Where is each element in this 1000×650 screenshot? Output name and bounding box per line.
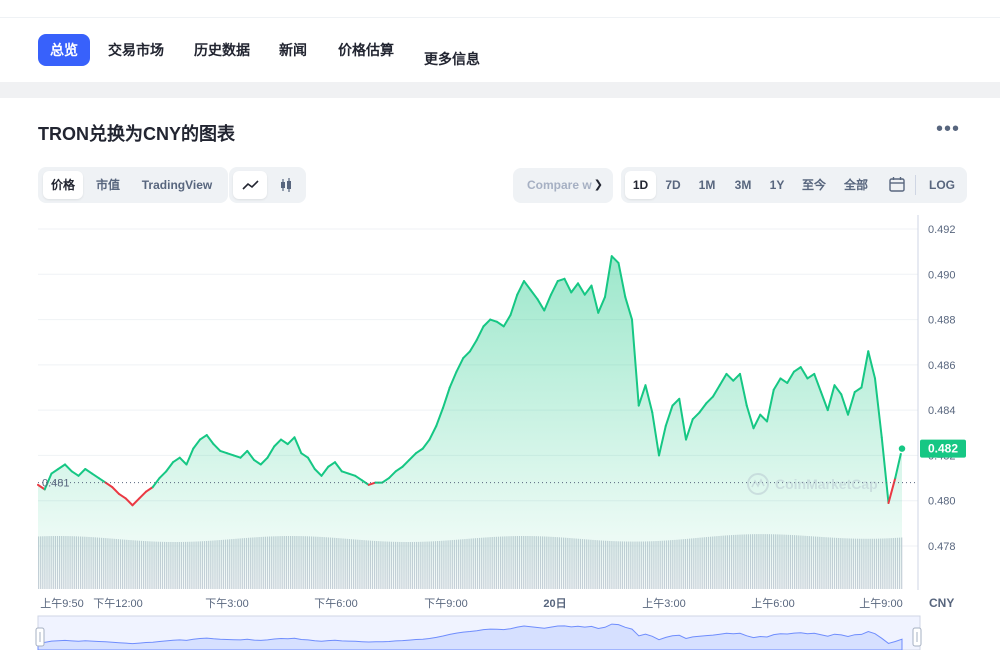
range-all[interactable]: 全部: [839, 171, 873, 199]
tab-markets[interactable]: 交易市场: [108, 34, 164, 66]
range-navigator[interactable]: [35, 615, 922, 650]
tab-historical-data[interactable]: 历史数据: [194, 34, 250, 66]
tab-more-info[interactable]: 更多信息: [424, 43, 480, 75]
calendar-icon[interactable]: [883, 171, 911, 199]
current-price-dot: [897, 443, 907, 454]
range-1m[interactable]: 1M: [693, 171, 721, 199]
range-1y[interactable]: 1Y: [763, 171, 791, 199]
section-divider: [0, 82, 1000, 98]
y-tick-label: 0.478: [928, 541, 956, 553]
open-price-label: 0.481: [42, 478, 70, 490]
y-tick-label: 0.486: [928, 360, 956, 372]
y-tick-label: 0.488: [928, 315, 956, 327]
x-tick-label: 下午9:00: [424, 597, 467, 610]
range-3m[interactable]: 3M: [729, 171, 757, 199]
x-tick-label: 上午9:50: [40, 597, 83, 610]
y-tick-label: 0.480: [928, 496, 956, 508]
time-range-switch: 1D 7D 1M 3M 1Y 至今 全部 LOG: [621, 167, 967, 203]
x-tick-label: 下午3:00: [205, 597, 248, 610]
compare-placeholder: Compare w: [527, 178, 592, 192]
chart-type-switch: 价格 市值 TradingView: [38, 167, 228, 203]
price-toggle[interactable]: 价格: [43, 171, 83, 199]
range-7d[interactable]: 7D: [659, 171, 687, 199]
tab-news[interactable]: 新闻: [279, 34, 307, 66]
compare-dropdown[interactable]: Compare w ❯: [513, 168, 613, 203]
tab-overview[interactable]: 总览: [38, 34, 90, 66]
y-tick-label: 0.484: [928, 405, 956, 417]
y-axis: 0.492 0.490 0.488 0.486 0.484 0.482 0.480 0.478: [917, 215, 956, 590]
range-divider: [915, 175, 916, 195]
x-tick-label: 上午9:00: [859, 597, 902, 610]
range-1d[interactable]: 1D: [625, 171, 656, 199]
more-options-icon[interactable]: •••: [936, 119, 960, 139]
chart-style-switch: [229, 167, 306, 203]
x-tick-label: 下午6:00: [314, 597, 357, 610]
top-strip: [0, 0, 1000, 18]
x-tick-label: 20日: [543, 597, 566, 610]
chevron-down-icon: ❯: [593, 179, 603, 191]
section-nav: 总览 交易市场 历史数据 新闻 价格估算 更多信息: [0, 18, 1000, 82]
price-area: [38, 256, 902, 589]
x-axis: 上午9:50 下午12:00 下午3:00 下午6:00 下午9:00 20日 上午3:00…: [40, 597, 902, 610]
x-tick-label: 上午6:00: [751, 597, 794, 610]
log-scale-toggle[interactable]: LOG: [923, 171, 961, 199]
x-tick-label: 下午12:00: [93, 597, 143, 610]
range-ytd[interactable]: 至今: [797, 171, 831, 199]
candlestick-chart-icon[interactable]: [269, 171, 303, 199]
x-tick-label: 上午3:00: [642, 597, 685, 610]
y-tick-label: 0.490: [928, 269, 956, 281]
tradingview-toggle[interactable]: TradingView: [134, 171, 220, 199]
page-title: TRON兑换为CNY的图表: [38, 124, 235, 144]
market-cap-toggle[interactable]: 市值: [88, 171, 128, 199]
price-chart[interactable]: 0.481 CoinMarketCap 0.492 0.490 0.488 0.486…: [0, 205, 1000, 650]
watermark-text: CoinMarketCap: [775, 476, 878, 492]
line-chart-icon[interactable]: [233, 171, 267, 199]
current-price-label: 0.482: [928, 442, 958, 456]
y-tick-label: 0.492: [928, 224, 956, 236]
tab-price-estimates[interactable]: 价格估算: [338, 34, 394, 66]
currency-label: CNY: [929, 596, 954, 610]
